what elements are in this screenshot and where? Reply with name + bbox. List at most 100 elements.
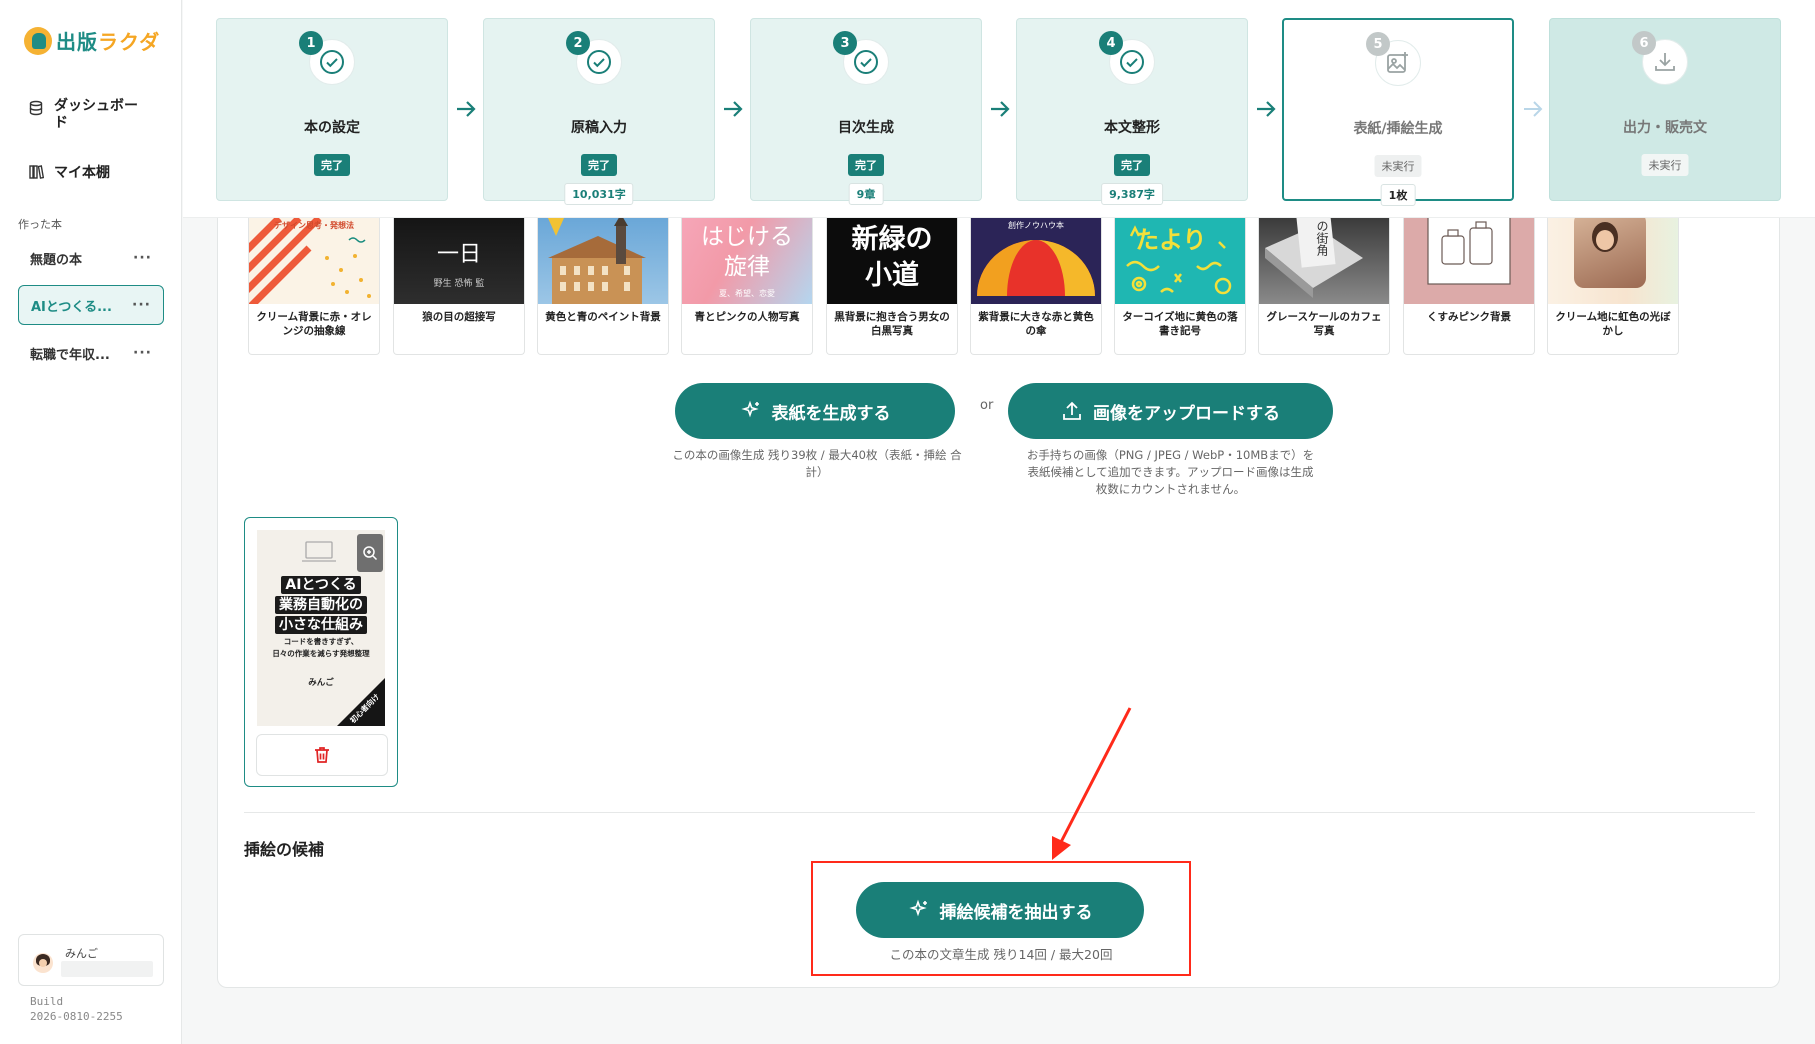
zoom-in-icon [363,546,378,561]
step-title: 目次生成 [838,120,894,136]
step-title: 本の設定 [304,120,360,136]
template-art-text: デザイン思考・発想法 [274,221,354,230]
template-card[interactable]: クリーム地に虹色の光ぼかし [1547,218,1679,355]
build-label: Build [30,995,64,1008]
upload-image-button[interactable]: 画像をアップロードする [1008,383,1333,439]
step-number: 6 [1632,31,1656,55]
template-thumbnail: 創作ノウハウ本 [971,218,1101,304]
status-badge: 未実行 [1641,154,1689,176]
template-caption: 紫背景に大きな赤と黄色の傘 [978,311,1094,337]
upload-image-label: 画像をアップロードする [1093,403,1280,424]
template-caption: 狼の目の超接写 [422,311,496,323]
database-icon [29,100,43,116]
step-toc[interactable]: 3 目次生成 完了 9章 [750,18,982,205]
template-thumbnail: 一日 野生 恐怖 監 [394,218,524,304]
books-icon [29,165,44,179]
cover-title-line: 小さな仕組み [275,616,367,634]
cover-title-line: AIとつくる [281,576,361,594]
illustration-section-title: 挿絵の候補 [244,840,325,859]
arrow-right-icon [457,101,476,117]
or-separator: or [980,398,994,413]
template-card[interactable]: くすみピンク背景 [1403,218,1535,355]
step-manuscript[interactable]: 2 原稿入力 完了 10,031字 [483,18,715,205]
book-item-active[interactable]: AIとつくる... ··· [18,285,164,325]
status-badge: 未実行 [1374,155,1422,177]
cover-preview[interactable]: AIとつくる 業務自動化の 小さな仕組み コードを書きすぎず、 日々の作業を減ら… [257,530,385,726]
app-logo[interactable]: 出版ラクダ [24,26,160,55]
more-menu-icon[interactable]: ··· [133,250,152,266]
zoom-button[interactable] [357,534,383,572]
more-menu-icon[interactable]: ··· [132,297,151,313]
more-menu-icon[interactable]: ··· [133,345,152,361]
template-art-text: 創作ノウハウ本 [1008,221,1064,230]
build-id: 2026-0810-2255 [30,1010,123,1023]
template-caption: くすみピンク背景 [1427,311,1511,323]
template-art-text: はじける旋律 [701,224,793,280]
template-caption: 黄色と青のペイント背景 [545,311,661,323]
template-art-subtext: 野生 恐怖 監 [433,279,485,289]
cover-generation-panel: デザイン思考・発想法 クリーム背景に赤・オレンジの抽象線 一日 野生 恐怖 監 … [217,218,1780,988]
book-item[interactable]: 転職で年収... ··· [18,333,164,373]
book-title: AIとつくる... [31,299,112,315]
template-art-subtext: 夏、希望、恋愛 [719,289,775,298]
status-badge: 完了 [848,154,884,176]
generate-cover-button[interactable]: 表紙を生成する [675,383,955,439]
upload-note: お手持ちの画像（PNG / JPEG / WebP・10MBまで）を 表紙候補と… [1008,447,1333,498]
template-card[interactable]: 新緑の小道 黒背景に抱き合う男女の白黒写真 [826,218,958,355]
arrow-right-icon [1524,101,1543,117]
template-caption: 黒背景に抱き合う男女の白黒写真 [834,311,950,337]
sparkle-icon [740,400,759,418]
book-title: 転職で年収... [30,347,110,363]
step-title: 出力・販売文 [1623,120,1707,136]
step-book-settings[interactable]: 1 本の設定 完了 [216,18,448,201]
trash-icon [315,747,329,763]
book-title: 無題の本 [30,252,83,268]
step-title: 本文整形 [1104,120,1160,136]
step-export[interactable]: 6 出力・販売文 未実行 [1549,18,1781,201]
sidebar-item-label: マイ本棚 [54,165,110,181]
status-badge: 完了 [314,154,350,176]
books-section-label: 作った本 [18,218,62,231]
cover-subtitle: 日々の作業を減らす発想整理 [272,649,370,658]
sidebar-item-label: ダッシュボード [54,98,138,131]
book-item[interactable]: 無題の本 ··· [18,238,164,278]
step-number: 5 [1366,32,1390,56]
delete-cover-button[interactable] [256,734,388,776]
cover-candidate-card[interactable]: AIとつくる 業務自動化の 小さな仕組み コードを書きすぎず、 日々の作業を減ら… [244,517,398,787]
template-card[interactable]: たより ターコイズ地に黄色の落書き記号 [1114,218,1246,355]
laptop-icon [302,541,336,562]
template-art-text: 新緑の小道 [851,224,933,291]
template-thumbnail: はじける旋律 夏、希望、恋愛 [682,218,812,304]
annotation-highlight-box [811,861,1191,976]
logo-text-1: 出版 [56,30,98,54]
step-cover-illustration[interactable]: 5 表紙/挿絵生成 未実行 1枚 [1282,18,1514,206]
template-card[interactable]: はじける旋律 夏、希望、恋愛 青とピンクの人物写真 [681,218,813,355]
template-card[interactable]: デザイン思考・発想法 クリーム背景に赤・オレンジの抽象線 [248,218,380,355]
template-card[interactable]: 一日 野生 恐怖 監 狼の目の超接写 [393,218,525,355]
redacted-email [61,961,153,977]
template-thumbnail: 新緑の小道 [827,218,957,304]
template-thumbnail: たより [1115,218,1245,304]
user-card[interactable]: みんご [18,934,164,986]
upload-icon [1063,401,1081,420]
template-card[interactable]: の街角 グレースケールのカフェ写真 [1258,218,1390,355]
upload-note-line: 表紙候補として追加できます。アップロード画像は生成 [1027,465,1314,479]
template-card[interactable]: 黄色と青のペイント背景 [537,218,669,355]
step-number: 2 [566,31,590,55]
sidebar-item-bookshelf[interactable]: マイ本棚 [28,162,110,182]
cover-title-line: 業務自動化の [275,596,367,614]
template-card[interactable]: 創作ノウハウ本 紫背景に大きな赤と黄色の傘 [970,218,1102,355]
section-divider [244,812,1755,813]
arrow-right-icon [724,101,743,117]
upload-note-line: 枚数にカウントされません。 [1095,482,1246,496]
generate-cover-label: 表紙を生成する [771,403,891,424]
template-thumbnail: の街角 [1259,218,1389,304]
step-progress-bar: 1 本の設定 完了 2 原稿入力 完了 10,031字 3 目次生成 完了 9章… [183,0,1815,218]
sidebar-item-dashboard[interactable]: ダッシュボード [28,98,150,132]
cover-subtitle: コードを書きすぎず、 [283,637,359,646]
template-thumbnail [1548,218,1678,304]
template-caption: グレースケールのカフェ写真 [1266,311,1382,337]
step-body-format[interactable]: 4 本文整形 完了 9,387字 [1016,18,1248,205]
template-art-text: たより [1135,226,1207,254]
count-badge: 9章 [848,183,884,205]
